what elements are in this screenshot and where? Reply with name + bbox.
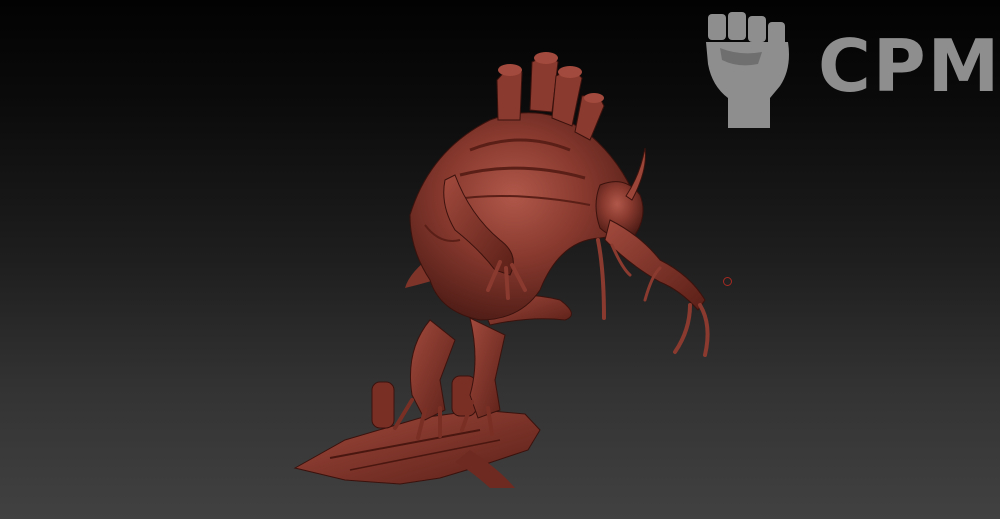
brush-circle-icon [723, 277, 732, 286]
raised-fist-icon [706, 12, 789, 128]
sculpt-viewport[interactable]: CPM [0, 0, 1000, 519]
watermark-text: CPM [818, 24, 1000, 108]
cpm-watermark: CPM [700, 8, 999, 132]
